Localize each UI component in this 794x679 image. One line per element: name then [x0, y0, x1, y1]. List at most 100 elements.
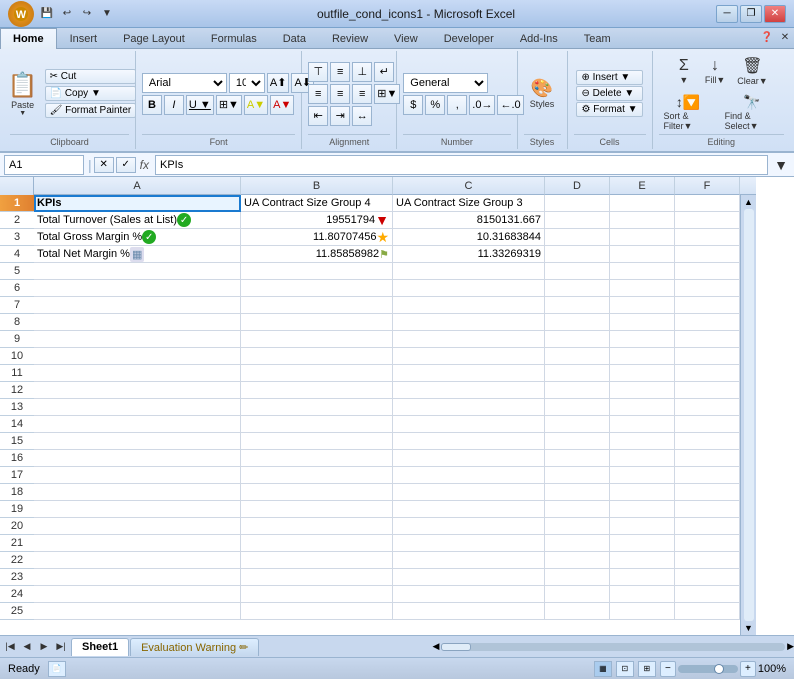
- cell-A9[interactable]: [34, 331, 241, 348]
- cell-F6[interactable]: [675, 280, 740, 297]
- comma-button[interactable]: ,: [447, 95, 467, 115]
- cell-C23[interactable]: [393, 569, 545, 586]
- cell-B15[interactable]: [241, 433, 393, 450]
- restore-button[interactable]: ❐: [740, 5, 762, 23]
- font-family-select[interactable]: Arial: [142, 73, 227, 93]
- cell-D5[interactable]: [545, 263, 610, 280]
- decrease-indent-button[interactable]: ⇤: [308, 106, 328, 126]
- sheet-tab-sheet1[interactable]: Sheet1: [71, 638, 129, 656]
- status-page-icon[interactable]: 📄: [48, 661, 66, 677]
- tab-page-layout[interactable]: Page Layout: [110, 28, 198, 49]
- cell-F16[interactable]: [675, 450, 740, 467]
- align-right-button[interactable]: ≡: [352, 84, 372, 104]
- cell-D8[interactable]: [545, 314, 610, 331]
- row-header-16[interactable]: 16: [0, 450, 34, 467]
- page-break-view-button[interactable]: ⊞: [638, 661, 656, 677]
- cell-E15[interactable]: [610, 433, 675, 450]
- row-header-4[interactable]: 4: [0, 246, 34, 263]
- cell-B10[interactable]: [241, 348, 393, 365]
- cell-E1[interactable]: [610, 195, 675, 212]
- cell-E20[interactable]: [610, 518, 675, 535]
- normal-view-button[interactable]: ▦: [594, 661, 612, 677]
- cell-A23[interactable]: [34, 569, 241, 586]
- row-header-2[interactable]: 2: [0, 212, 34, 229]
- cell-A12[interactable]: [34, 382, 241, 399]
- cell-F20[interactable]: [675, 518, 740, 535]
- cell-C4[interactable]: 11.33269319: [393, 246, 545, 263]
- cell-C25[interactable]: [393, 603, 545, 620]
- cell-A16[interactable]: [34, 450, 241, 467]
- cell-B23[interactable]: [241, 569, 393, 586]
- tab-team[interactable]: Team: [571, 28, 624, 49]
- row-header-9[interactable]: 9: [0, 331, 34, 348]
- wrap-text-button[interactable]: ↵: [374, 62, 394, 82]
- row-header-10[interactable]: 10: [0, 348, 34, 365]
- align-left-button[interactable]: ≡: [308, 84, 328, 104]
- font-size-select[interactable]: 10: [229, 73, 265, 93]
- cell-F14[interactable]: [675, 416, 740, 433]
- cell-F11[interactable]: [675, 365, 740, 382]
- cell-E5[interactable]: [610, 263, 675, 280]
- cell-C16[interactable]: [393, 450, 545, 467]
- cell-D20[interactable]: [545, 518, 610, 535]
- vertical-scrollbar[interactable]: ▲ ▼: [740, 195, 756, 635]
- underline-button[interactable]: U ▼: [186, 95, 214, 115]
- fill-button[interactable]: ↓ Fill▼: [700, 53, 730, 89]
- cell-B11[interactable]: [241, 365, 393, 382]
- cell-E4[interactable]: [610, 246, 675, 263]
- align-center-button[interactable]: ≡: [330, 84, 350, 104]
- row-header-1[interactable]: 1: [0, 195, 34, 212]
- increase-indent-button[interactable]: ⇥: [330, 106, 350, 126]
- font-grow-button[interactable]: A⬆: [267, 73, 290, 93]
- cell-A1[interactable]: KPIs: [34, 195, 241, 212]
- ribbon-help-button[interactable]: ❓: [758, 28, 776, 46]
- cell-D15[interactable]: [545, 433, 610, 450]
- cell-A14[interactable]: [34, 416, 241, 433]
- sheet-nav-first[interactable]: |◀: [2, 639, 18, 655]
- cell-F25[interactable]: [675, 603, 740, 620]
- cell-E18[interactable]: [610, 484, 675, 501]
- cell-C21[interactable]: [393, 535, 545, 552]
- tab-review[interactable]: Review: [319, 28, 381, 49]
- row-header-19[interactable]: 19: [0, 501, 34, 518]
- font-color-button[interactable]: A▼: [270, 95, 294, 115]
- row-header-24[interactable]: 24: [0, 586, 34, 603]
- cell-F5[interactable]: [675, 263, 740, 280]
- cell-D21[interactable]: [545, 535, 610, 552]
- cell-C9[interactable]: [393, 331, 545, 348]
- cell-A15[interactable]: [34, 433, 241, 450]
- cell-B1[interactable]: UA Contract Size Group 4: [241, 195, 393, 212]
- cell-E3[interactable]: [610, 229, 675, 246]
- confirm-formula-button[interactable]: ✓: [116, 157, 136, 173]
- cell-C18[interactable]: [393, 484, 545, 501]
- cell-D13[interactable]: [545, 399, 610, 416]
- cell-C8[interactable]: [393, 314, 545, 331]
- cell-F15[interactable]: [675, 433, 740, 450]
- cell-F24[interactable]: [675, 586, 740, 603]
- h-scrollbar-track[interactable]: [441, 643, 785, 651]
- cell-A13[interactable]: [34, 399, 241, 416]
- office-button[interactable]: W: [8, 1, 34, 27]
- row-header-6[interactable]: 6: [0, 280, 34, 297]
- cut-button[interactable]: ✂ Cut: [45, 69, 137, 84]
- cell-B2[interactable]: 19551794 ▼: [241, 212, 393, 229]
- styles-button[interactable]: 🎨 Styles: [525, 75, 560, 112]
- row-header-23[interactable]: 23: [0, 569, 34, 586]
- percent-button[interactable]: %: [425, 95, 445, 115]
- cell-D9[interactable]: [545, 331, 610, 348]
- cell-C10[interactable]: [393, 348, 545, 365]
- tab-formulas[interactable]: Formulas: [198, 28, 270, 49]
- cell-D12[interactable]: [545, 382, 610, 399]
- cell-E6[interactable]: [610, 280, 675, 297]
- sheet-nav-next[interactable]: ▶: [36, 639, 52, 655]
- cell-C5[interactable]: [393, 263, 545, 280]
- cell-B22[interactable]: [241, 552, 393, 569]
- cell-A4[interactable]: Total Net Margin % ▦: [34, 246, 241, 263]
- col-header-B[interactable]: B: [241, 177, 393, 195]
- cell-D4[interactable]: [545, 246, 610, 263]
- cell-B17[interactable]: [241, 467, 393, 484]
- cell-F18[interactable]: [675, 484, 740, 501]
- cell-C20[interactable]: [393, 518, 545, 535]
- cell-A21[interactable]: [34, 535, 241, 552]
- paste-button[interactable]: 📋 Paste ▼: [3, 68, 43, 120]
